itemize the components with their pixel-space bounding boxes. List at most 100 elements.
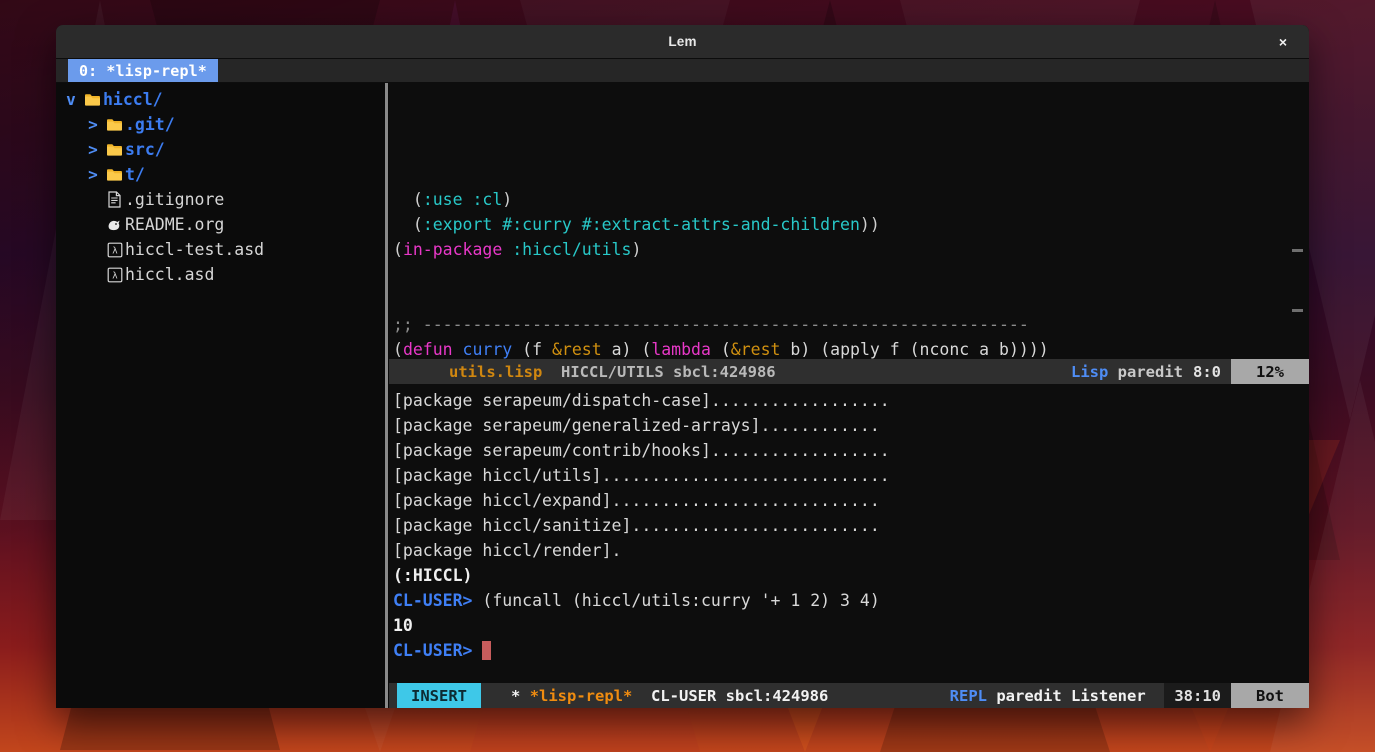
repl-token: (funcall (hiccl/utils:curry '+ 1 2) 3 4) (472, 591, 879, 610)
code-line: (defun curry (f &rest a) (lambda (&rest … (393, 337, 1309, 359)
editing-mode-badge: INSERT (397, 683, 481, 708)
file-tree-item-label: hiccl/ (103, 87, 163, 112)
code-token: :use :cl (423, 190, 502, 209)
file-tree-sidebar[interactable]: vhiccl/>.git/>src/>t/ .gitignore README.… (56, 83, 384, 708)
code-token: :hiccl/utils (512, 240, 631, 259)
repl-line: CL-USER> (393, 638, 1309, 663)
file-tree-item-2[interactable]: > src/ (56, 137, 384, 162)
chevron-down-icon[interactable]: v (60, 87, 82, 112)
code-token: a) ( (602, 340, 652, 359)
repl-major-mode: REPL (950, 687, 987, 705)
code-token: &rest (552, 340, 602, 359)
modeline-minor-modes: paredit (1118, 363, 1183, 381)
code-token: (f (512, 340, 552, 359)
code-token: in-package (403, 240, 502, 259)
code-line: (in-package :hiccl/utils) (393, 237, 1309, 262)
folder-icon (104, 142, 125, 157)
code-token (453, 340, 463, 359)
modeline-major-mode: Lisp (1071, 363, 1108, 381)
repl-minor-modes: paredit Listener (996, 687, 1145, 705)
repl-token: [package hiccl/sanitize]................… (393, 516, 880, 535)
code-token: ) (502, 190, 512, 209)
repl-line: [package serapeum/dispatch-case]........… (393, 388, 1309, 413)
file-tree-item-label: src/ (125, 137, 165, 162)
tab-0[interactable]: 0: *lisp-repl* (68, 59, 218, 82)
window-split: vhiccl/>.git/>src/>t/ .gitignore README.… (56, 83, 1309, 708)
code-line: (:export #:curry #:extract-attrs-and-chi… (393, 212, 1309, 237)
code-token (502, 240, 512, 259)
lisp-file-icon: λ (104, 242, 125, 258)
repl-line: [package hiccl/expand]..................… (393, 488, 1309, 513)
repl-token: 10 (393, 616, 413, 635)
modeline-filename: utils.lisp (449, 363, 542, 381)
code-token: ( (413, 215, 423, 234)
svg-text:λ: λ (112, 246, 118, 256)
file-tree-item-1[interactable]: > .git/ (56, 112, 384, 137)
repl-token: [package hiccl/utils]...................… (393, 466, 890, 485)
file-tree-item-0[interactable]: v hiccl/ (56, 87, 384, 112)
folder-open-icon (82, 92, 103, 107)
code-token: ;; -------------------------------------… (393, 315, 1029, 334)
right-pane: (:use :cl) (:export #:curry #:extract-at… (389, 83, 1309, 708)
modeline-percent: 12% (1231, 359, 1309, 384)
repl-buffer-lisp-repl[interactable]: [package serapeum/dispatch-case]........… (389, 384, 1309, 683)
file-tree-item-label: README.org (125, 212, 224, 237)
code-token: defun (403, 340, 453, 359)
repl-token: [package serapeum/generalized-arrays]...… (393, 416, 880, 435)
repl-modeline: INSERT * *lisp-repl* CL-USER sbcl:424986… (389, 683, 1309, 708)
code-token: ( (393, 340, 403, 359)
code-token (393, 215, 413, 234)
repl-position: 38:10 (1164, 683, 1231, 708)
tree-spacer (82, 187, 104, 212)
modeline-position: 8:0 (1183, 363, 1231, 381)
repl-line: [package hiccl/utils]...................… (393, 463, 1309, 488)
document-icon (104, 191, 125, 208)
repl-token: CL-USER> (393, 591, 472, 610)
chevron-right-icon[interactable]: > (82, 162, 104, 187)
window-titlebar: Lem × (56, 25, 1309, 59)
tree-spacer (82, 262, 104, 287)
lisp-file-icon: λ (104, 267, 125, 283)
code-line (393, 287, 1309, 312)
file-tree-item-4[interactable]: .gitignore (56, 187, 384, 212)
tree-spacer (82, 237, 104, 262)
lem-window: Lem × 0: *lisp-repl* vhiccl/>.git/>src/>… (56, 25, 1309, 708)
file-tree-item-label: hiccl-test.asd (125, 237, 264, 262)
file-tree-item-6[interactable]: λ hiccl-test.asd (56, 237, 384, 262)
repl-line: [package hiccl/render]. (393, 538, 1309, 563)
code-line (393, 262, 1309, 287)
buffer-tabbar[interactable]: 0: *lisp-repl* (56, 59, 1309, 83)
repl-token: CL-USER> (393, 641, 472, 660)
close-icon[interactable]: × (1269, 25, 1297, 59)
code-token: curry (463, 340, 513, 359)
editor-buffer-utils-lisp[interactable]: (:use :cl) (:export #:curry #:extract-at… (389, 83, 1309, 359)
repl-line: [package serapeum/contrib/hooks]........… (393, 438, 1309, 463)
repl-line: CL-USER> (funcall (hiccl/utils:curry '+ … (393, 588, 1309, 613)
repl-token: [package hiccl/expand]..................… (393, 491, 880, 510)
repl-token (472, 641, 482, 660)
repl-buffer-name: *lisp-repl* (530, 687, 633, 705)
repl-token: (:HICCL) (393, 566, 472, 585)
modified-flag: * (511, 687, 520, 705)
code-token: ( (711, 340, 731, 359)
code-token (393, 190, 413, 209)
file-tree-item-label: t/ (125, 162, 145, 187)
window-title: Lem (668, 34, 696, 49)
chevron-right-icon[interactable]: > (82, 137, 104, 162)
file-tree-item-7[interactable]: λhiccl.asd (56, 262, 384, 287)
svg-text:λ: λ (112, 271, 118, 281)
repl-line: (:HICCL) (393, 563, 1309, 588)
folder-icon (104, 167, 125, 182)
repl-token: [package serapeum/contrib/hooks]........… (393, 441, 890, 460)
repl-line: 10 (393, 613, 1309, 638)
file-tree-item-5[interactable]: README.org (56, 212, 384, 237)
code-token: ( (413, 190, 423, 209)
chevron-right-icon[interactable]: > (82, 112, 104, 137)
file-tree-item-label: .gitignore (125, 187, 224, 212)
repl-token: [package serapeum/dispatch-case]........… (393, 391, 890, 410)
tree-spacer (82, 212, 104, 237)
file-tree-item-3[interactable]: > t/ (56, 162, 384, 187)
editor-modeline: utils.lisp HICCL/UTILS sbcl:424986 Lisp … (389, 359, 1309, 384)
file-tree-item-label: .git/ (125, 112, 175, 137)
code-token: :export #:curry #:extract-attrs-and-chil… (423, 215, 860, 234)
